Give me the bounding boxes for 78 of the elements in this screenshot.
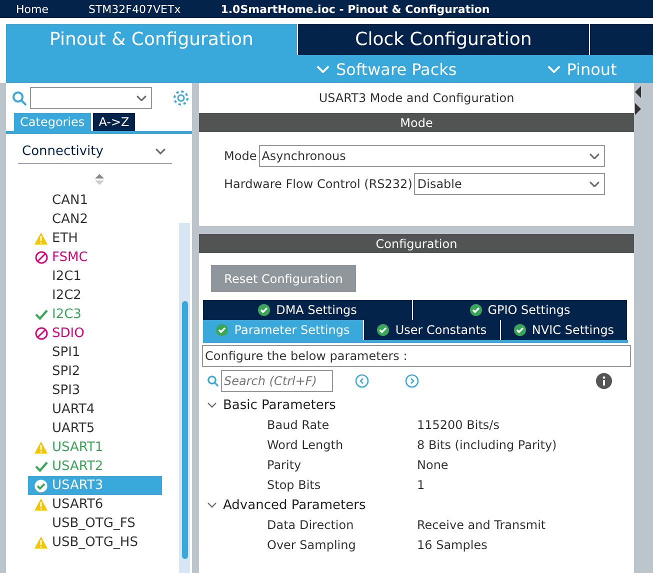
section-header: Mode bbox=[199, 113, 634, 132]
view-tab[interactable]: A->Z bbox=[92, 113, 136, 131]
parameter-value: None bbox=[417, 458, 450, 472]
warning-icon bbox=[34, 441, 48, 454]
chevron-down-icon bbox=[589, 180, 600, 188]
settings-tab[interactable]: GPIO Settings bbox=[413, 300, 628, 320]
peripheral-item[interactable]: CAN2 bbox=[28, 210, 162, 229]
chevron-down-icon bbox=[589, 152, 600, 160]
peripheral-item[interactable]: I2C1 bbox=[28, 267, 162, 286]
peripheral-item[interactable]: UART4 bbox=[28, 400, 162, 419]
check-icon bbox=[470, 304, 482, 316]
blocked-icon bbox=[34, 251, 48, 264]
check-icon bbox=[34, 478, 48, 492]
search-field[interactable]: Search (Ctrl+F) bbox=[221, 370, 333, 392]
parameter-name: Over Sampling bbox=[267, 538, 357, 552]
check-icon bbox=[377, 324, 390, 336]
breadcrumb-link[interactable]: STM32F407VETx bbox=[88, 2, 181, 16]
chevron-down-icon bbox=[207, 400, 217, 410]
breadcrumb-link[interactable]: Home bbox=[16, 2, 48, 16]
select-field[interactable]: Disable bbox=[414, 173, 605, 195]
search-combo[interactable] bbox=[30, 87, 152, 109]
parameter-group[interactable]: Advanced Parameters bbox=[199, 495, 634, 515]
blocked-icon bbox=[34, 327, 48, 340]
chevron-down-icon bbox=[136, 94, 147, 102]
parameter-name: Data Direction bbox=[267, 518, 355, 532]
chevron-down-icon bbox=[155, 148, 166, 155]
peripheral-item[interactable]: SPI2 bbox=[28, 362, 162, 381]
sort-icon[interactable] bbox=[95, 174, 104, 185]
info-icon[interactable] bbox=[596, 373, 612, 389]
parameter-value: 16 Samples bbox=[417, 538, 488, 552]
hint-text: Configure the below parameters : bbox=[202, 345, 631, 367]
settings-tab[interactable]: DMA Settings bbox=[203, 300, 413, 320]
settings-icon[interactable] bbox=[172, 89, 190, 107]
section-header: Configuration bbox=[199, 234, 634, 253]
search-icon bbox=[207, 375, 219, 387]
previous-icon[interactable] bbox=[355, 374, 369, 388]
check-icon bbox=[258, 304, 270, 316]
search-icon bbox=[12, 90, 27, 106]
scrollbar-thumb[interactable] bbox=[182, 301, 188, 559]
parameter-value: Receive and Transmit bbox=[417, 518, 547, 532]
breadcrumb-link[interactable]: 1.0SmartHome.ioc - Pinout & Configuration bbox=[220, 2, 490, 16]
peripheral-item[interactable]: SPI3 bbox=[28, 381, 162, 400]
peripheral-item[interactable]: SDIO bbox=[28, 324, 162, 343]
warning-icon bbox=[34, 536, 48, 549]
peripheral-item[interactable]: SPI1 bbox=[28, 343, 162, 362]
chevron-down-icon bbox=[546, 64, 561, 74]
select-field[interactable]: Asynchronous bbox=[258, 145, 605, 167]
parameter-value: 115200 Bits/s bbox=[417, 418, 500, 432]
settings-tab[interactable]: NVIC Settings bbox=[501, 320, 628, 340]
panel-title: USART3 Mode and Configuration bbox=[318, 90, 516, 107]
warning-icon bbox=[34, 498, 48, 511]
check-icon bbox=[216, 324, 228, 336]
warning-icon bbox=[34, 232, 48, 245]
peripheral-item[interactable]: I2C2 bbox=[28, 286, 162, 305]
parameter-name: Word Length bbox=[267, 438, 344, 452]
peripheral-item[interactable]: FSMC bbox=[28, 248, 162, 267]
peripheral-item[interactable]: UART5 bbox=[28, 419, 162, 438]
chevron-down-icon bbox=[316, 64, 330, 74]
parameter-value: 8 Bits (including Parity) bbox=[417, 438, 558, 452]
parameter-name: Baud Rate bbox=[267, 418, 330, 432]
peripheral-item[interactable]: ETH bbox=[28, 229, 162, 248]
peripheral-item[interactable]: USB_OTG_HS bbox=[28, 533, 162, 552]
field-label: Mode bbox=[224, 149, 257, 163]
parameter-name: Parity bbox=[267, 458, 302, 472]
check-icon bbox=[34, 309, 48, 320]
peripheral-item[interactable]: CAN1 bbox=[28, 191, 162, 210]
check-icon bbox=[34, 461, 48, 472]
peripheral-item[interactable]: USART6 bbox=[28, 495, 162, 514]
chevron-down-icon bbox=[207, 500, 217, 510]
parameter-value: 1 bbox=[417, 478, 426, 492]
settings-tab[interactable]: User Constants bbox=[364, 320, 501, 340]
parameter-name: Stop Bits bbox=[267, 478, 322, 492]
peripheral-item[interactable]: USB_OTG_FS bbox=[28, 514, 162, 533]
field-label: Hardware Flow Control (RS232) bbox=[224, 177, 412, 191]
next-icon[interactable] bbox=[405, 374, 419, 388]
check-icon bbox=[514, 324, 526, 336]
parameter-group[interactable]: Basic Parameters bbox=[199, 395, 634, 415]
category-dropdown[interactable]: Connectivity bbox=[18, 140, 172, 164]
